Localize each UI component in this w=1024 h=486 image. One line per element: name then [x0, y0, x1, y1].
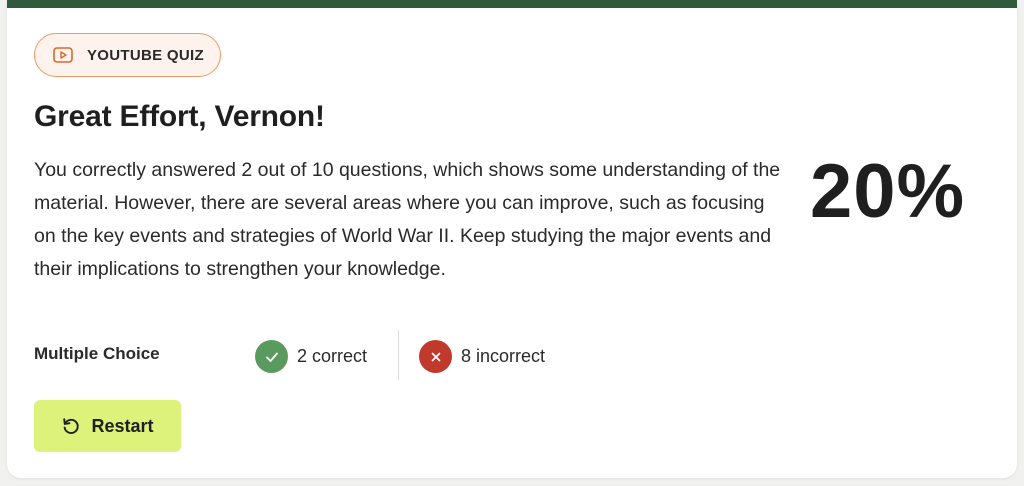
correct-count: 2 correct: [255, 340, 367, 373]
result-summary: You correctly answered 2 out of 10 quest…: [34, 159, 781, 280]
incorrect-count: 8 incorrect: [419, 340, 545, 373]
restart-icon: [61, 416, 81, 436]
accent-bar: [7, 0, 1017, 8]
restart-label: Restart: [91, 415, 154, 436]
result-stats: Multiple Choice 2 correct 8 incorrect: [34, 330, 634, 380]
incorrect-count-text: 8 incorrect: [461, 346, 546, 366]
check-icon: [255, 340, 288, 373]
result-title: Great Effort, Vernon!: [34, 100, 325, 133]
score-percentage: 20%: [810, 149, 966, 234]
x-icon: [419, 340, 452, 373]
quiz-type-badge: YOUTUBE QUIZ: [34, 33, 221, 77]
correct-count-text: 2 correct: [297, 346, 368, 366]
restart-button[interactable]: Restart: [34, 400, 181, 452]
question-type-label: Multiple Choice: [34, 344, 160, 363]
quiz-result-card: YOUTUBE QUIZ Great Effort, Vernon! You c…: [7, 0, 1017, 478]
stats-divider: [398, 330, 399, 380]
play-icon: [53, 47, 73, 63]
quiz-type-label: YOUTUBE QUIZ: [87, 46, 204, 64]
